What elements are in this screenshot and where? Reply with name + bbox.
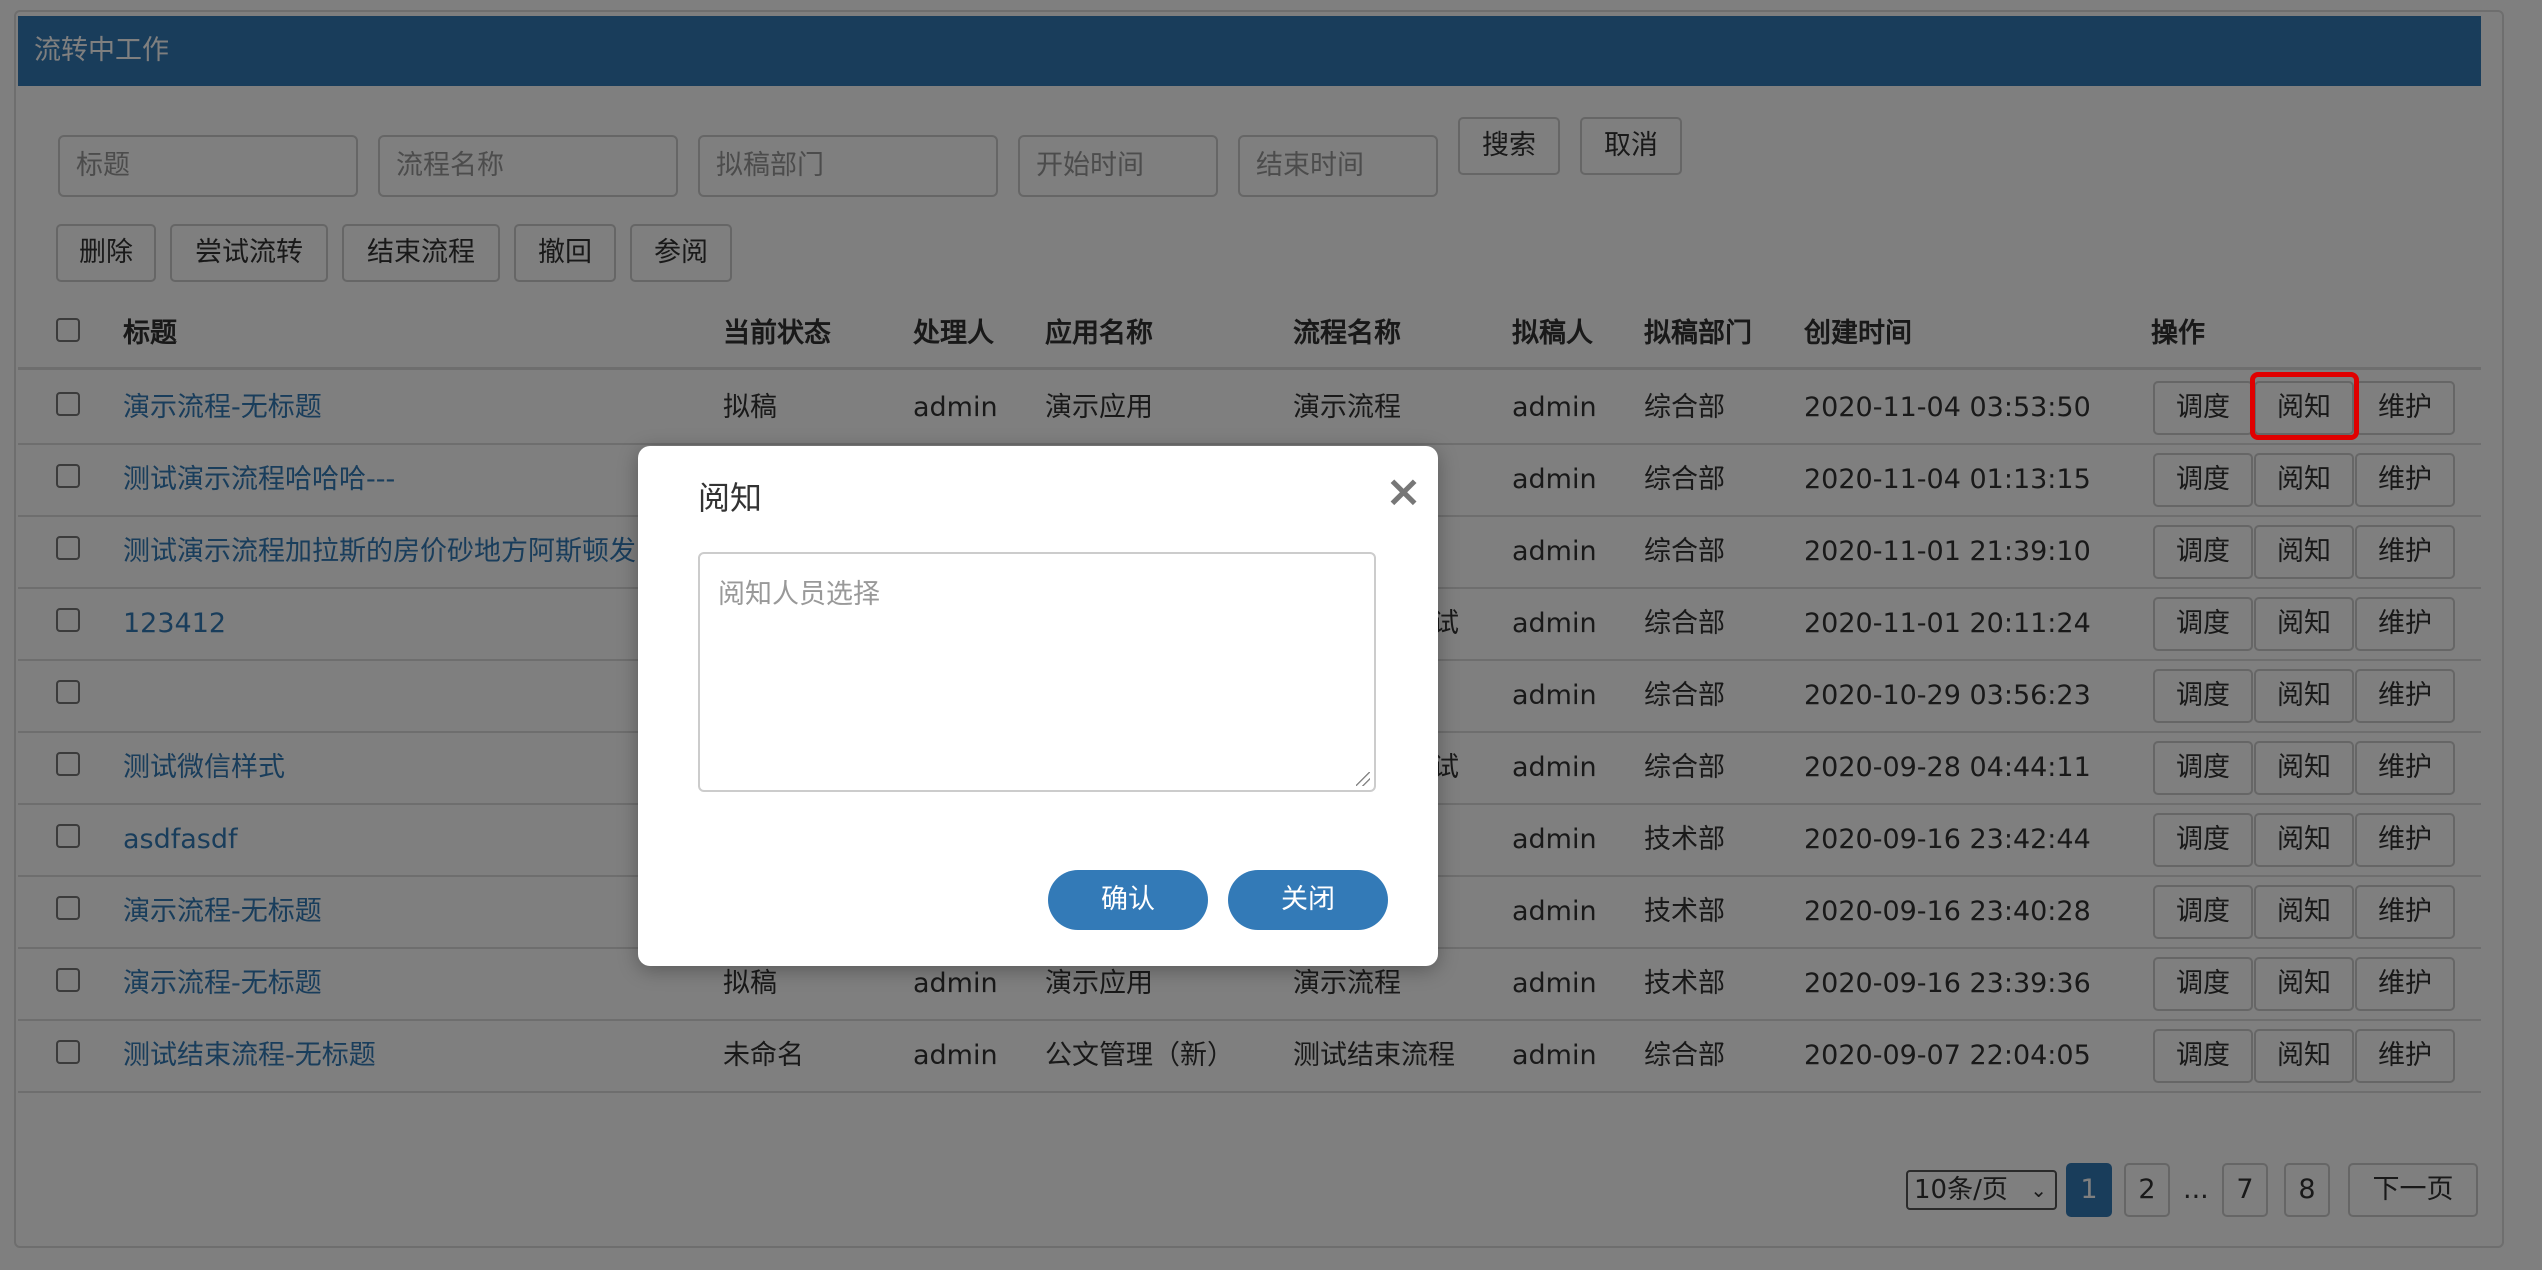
read-modal: 阅知 × 阅知人员选择 确认 关闭 bbox=[638, 446, 1438, 966]
close-button[interactable]: 关闭 bbox=[1228, 870, 1388, 930]
close-icon[interactable]: × bbox=[1385, 466, 1422, 518]
textarea-placeholder: 阅知人员选择 bbox=[718, 579, 880, 610]
reader-select-textarea[interactable]: 阅知人员选择 bbox=[698, 552, 1376, 792]
modal-title: 阅知 bbox=[698, 479, 763, 517]
confirm-button[interactable]: 确认 bbox=[1048, 870, 1208, 930]
resize-handle-icon[interactable] bbox=[1356, 772, 1370, 786]
read-button-highlight bbox=[2250, 372, 2359, 440]
